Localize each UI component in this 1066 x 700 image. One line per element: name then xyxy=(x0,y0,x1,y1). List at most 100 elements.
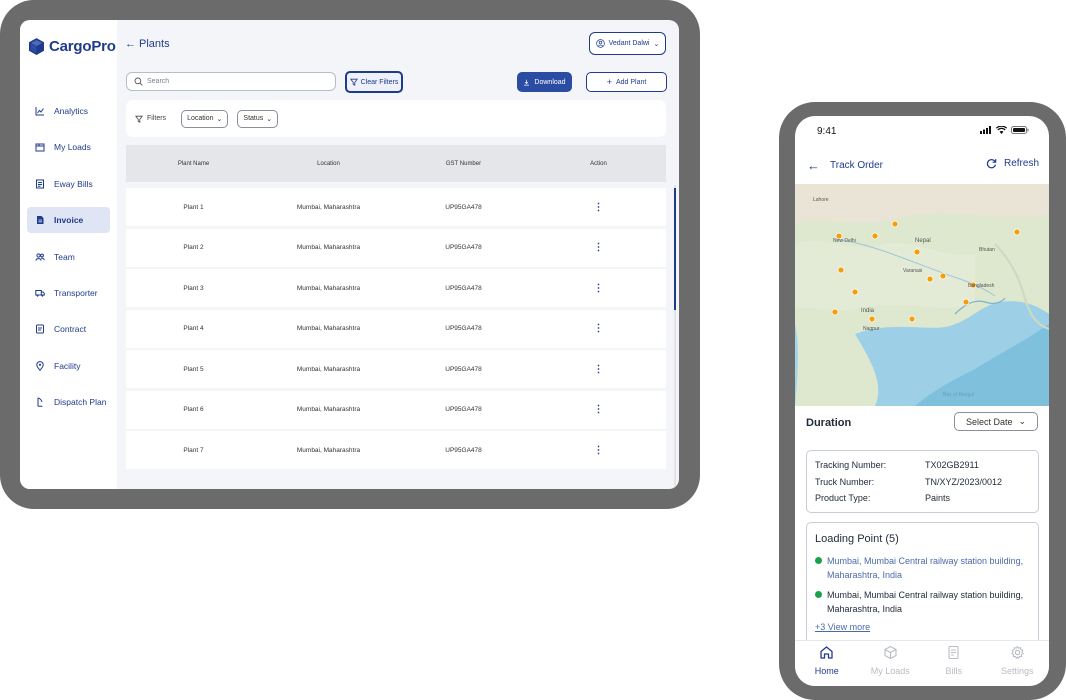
refresh-button[interactable]: Refresh xyxy=(986,158,1039,169)
filters-bar: Filters Location ⌄ Status ⌄ xyxy=(126,100,666,137)
location-filter-dropdown[interactable]: Location ⌄ xyxy=(181,109,229,128)
kebab-menu-icon[interactable]: ⋮ xyxy=(594,202,604,213)
table-header: Plant Name Location GST Number Action xyxy=(126,145,666,182)
sidebar-item-label: Analytics xyxy=(54,106,89,116)
gear-icon xyxy=(1010,645,1024,660)
gst-number-cell: UP95GA478 xyxy=(445,446,482,454)
select-date-dropdown[interactable]: Select Date ⌄ xyxy=(954,412,1038,431)
sidebar-item-facility[interactable]: Facility xyxy=(27,353,110,379)
sidebar-item-team[interactable]: Team xyxy=(27,244,110,270)
kebab-menu-icon[interactable]: ⋮ xyxy=(594,323,604,334)
bottom-tab-bar: Home My Loads Bills Settings xyxy=(795,640,1049,686)
contract-icon xyxy=(36,324,44,334)
app-logo[interactable]: CargoPro xyxy=(29,38,116,55)
column-header[interactable]: Plant Name xyxy=(126,161,261,167)
location-cell: Mumbai, Maharashtra xyxy=(296,325,361,332)
tab-my-loads[interactable]: My Loads xyxy=(859,641,923,686)
back-to-track-order[interactable]: ← Track Order xyxy=(807,158,883,173)
user-avatar-icon xyxy=(595,39,605,48)
tracking-map[interactable]: Lahore New Delhi Nepal Bhutan Varanasi B… xyxy=(795,184,1049,406)
kebab-menu-icon[interactable]: ⋮ xyxy=(594,404,604,415)
status-filter-dropdown[interactable]: Status ⌄ xyxy=(237,109,279,128)
tab-label: Settings xyxy=(1000,666,1034,676)
plant-name-cell: Plant 7 xyxy=(183,446,204,454)
wifi-icon xyxy=(996,126,1007,134)
truck-number-row: Truck Number: TN/XYZ/2023/0012 xyxy=(815,477,1030,490)
chevron-down-icon: ⌄ xyxy=(216,115,223,123)
kebab-menu-icon[interactable]: ⋮ xyxy=(594,242,604,253)
column-header[interactable]: GST Number xyxy=(396,161,531,167)
receipt-icon xyxy=(36,179,44,189)
gst-number-cell: UP95GA478 xyxy=(445,203,482,211)
loading-point-item[interactable]: Mumbai, Mumbai Central railway station b… xyxy=(815,588,1030,616)
chevron-down-icon: ⌄ xyxy=(1018,416,1027,426)
sidebar-item-eway-bills[interactable]: Eway Bills xyxy=(27,171,110,197)
status-time: 9:41 xyxy=(817,126,837,137)
table-row[interactable]: Plant 1 Mumbai, Maharashtra UP95GA478 ⋮ xyxy=(126,188,666,226)
sidebar-item-transporter[interactable]: Transporter xyxy=(27,280,110,306)
main-content: ← Plants Vedant Dalwi ⌄ Clear Filters Do… xyxy=(117,20,679,489)
download-button[interactable]: Download xyxy=(517,72,572,92)
plant-name-cell: Plant 5 xyxy=(183,365,204,373)
map-label-lahore: Lahore xyxy=(813,197,829,203)
table-row[interactable]: Plant 7 Mumbai, Maharashtra UP95GA478 ⋮ xyxy=(126,431,666,469)
sidebar-item-invoice[interactable]: Invoice xyxy=(27,207,110,234)
chart-line-icon xyxy=(35,107,44,116)
tab-settings[interactable]: Settings xyxy=(986,641,1050,686)
map-label-india: India xyxy=(861,308,875,314)
tab-label: Bills xyxy=(945,666,962,676)
tab-home[interactable]: Home xyxy=(795,641,859,686)
chip-label: Location xyxy=(187,115,214,122)
sidebar: CargoPro Analytics My Loads Eway Bills I… xyxy=(20,20,117,489)
gst-number-cell: UP95GA478 xyxy=(445,284,482,292)
plus-icon: + xyxy=(606,77,612,87)
plant-name-cell: Plant 1 xyxy=(183,203,204,211)
home-icon xyxy=(820,646,833,659)
table-row[interactable]: Plant 3 Mumbai, Maharashtra UP95GA478 ⋮ xyxy=(126,269,666,307)
column-header[interactable]: Location xyxy=(261,161,396,167)
back-arrow-icon: ← xyxy=(807,158,820,173)
back-arrow-icon: ← xyxy=(125,38,136,50)
back-to-plants[interactable]: ← Plants xyxy=(125,38,170,50)
table-row[interactable]: Plant 6 Mumbai, Maharashtra UP95GA478 ⋮ xyxy=(126,390,666,429)
user-menu-button[interactable]: Vedant Dalwi ⌄ xyxy=(589,32,666,55)
table-row[interactable]: Plant 4 Mumbai, Maharashtra UP95GA478 ⋮ xyxy=(126,309,666,348)
scrollbar-thumb[interactable] xyxy=(674,188,676,310)
kebab-menu-icon[interactable]: ⋮ xyxy=(594,364,604,375)
team-icon xyxy=(35,252,45,261)
table-row[interactable]: Plant 2 Mumbai, Maharashtra UP95GA478 ⋮ xyxy=(126,228,666,267)
clear-filters-button[interactable]: Clear Filters xyxy=(345,71,403,93)
filter-icon xyxy=(135,115,143,123)
refresh-icon xyxy=(986,159,997,169)
search-input[interactable] xyxy=(147,78,327,85)
tab-bills[interactable]: Bills xyxy=(922,641,986,686)
table-row[interactable]: Plant 5 Mumbai, Maharashtra UP95GA478 ⋮ xyxy=(126,350,666,388)
duration-label: Duration xyxy=(806,417,852,429)
loading-point-address: Mumbai, Mumbai Central railway station b… xyxy=(827,590,1024,614)
column-header: Action xyxy=(590,160,607,167)
map-label-varanasi: Varanasi xyxy=(903,268,922,274)
loading-point-item[interactable]: Mumbai, Mumbai Central railway station b… xyxy=(815,554,1030,582)
sidebar-item-analytics[interactable]: Analytics xyxy=(27,98,110,124)
battery-icon xyxy=(1011,126,1029,134)
sidebar-item-label: Transporter xyxy=(54,287,98,298)
kebab-menu-icon[interactable]: ⋮ xyxy=(594,283,604,294)
add-plant-button[interactable]: + Add Plant xyxy=(586,72,667,92)
sidebar-item-dispatch-plan[interactable]: Dispatch Plan xyxy=(27,389,110,415)
chip-label: Status xyxy=(243,115,264,122)
search-box[interactable] xyxy=(126,72,336,91)
info-value: Paints xyxy=(925,493,951,503)
kebab-menu-icon[interactable]: ⋮ xyxy=(594,445,604,456)
search-icon xyxy=(134,77,143,86)
info-key: Tracking Number: xyxy=(815,460,887,470)
phone-screen: 9:41 ← Track Order Refresh Lahore New De… xyxy=(795,116,1049,686)
location-pin-icon xyxy=(36,360,44,371)
view-more-link[interactable]: +3 View more xyxy=(815,622,1030,632)
info-key: Product Type: xyxy=(815,493,871,503)
location-cell: Mumbai, Maharashtra xyxy=(296,203,361,211)
refresh-label: Refresh xyxy=(1003,158,1039,169)
gst-number-cell: UP95GA478 xyxy=(445,365,482,373)
product-type-row: Product Type: Paints xyxy=(815,493,1030,506)
sidebar-item-contract[interactable]: Contract xyxy=(27,316,110,342)
sidebar-item-my-loads[interactable]: My Loads xyxy=(27,134,110,160)
